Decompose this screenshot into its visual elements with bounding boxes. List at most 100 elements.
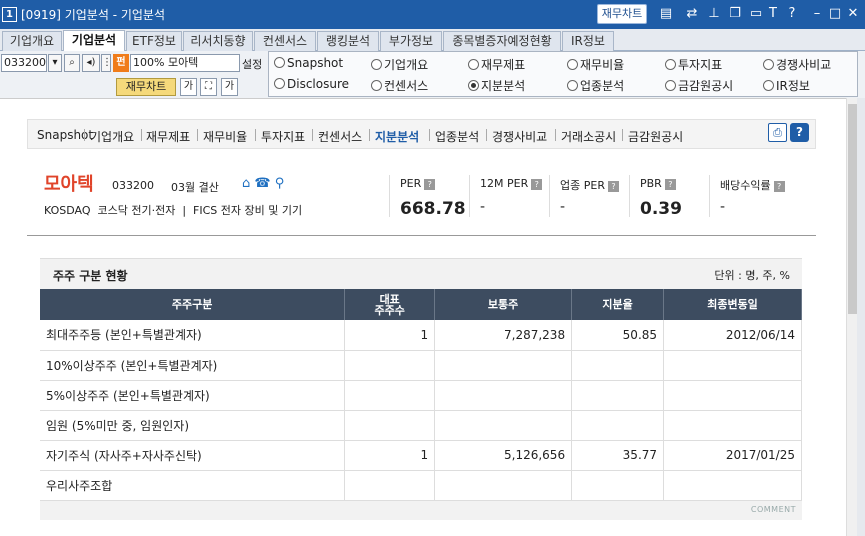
subnav-industry-analysis[interactable]: 업종분석 [435, 128, 479, 145]
link-icon[interactable]: ⇄ [684, 6, 700, 22]
scroll-arrow-icon[interactable]: ⋮ [101, 54, 112, 72]
cell-common-stock [434, 410, 573, 441]
radio-financial-ratios[interactable]: 재무비율 [567, 56, 624, 73]
speaker-icon[interactable]: ◂) [82, 54, 100, 72]
info-icon[interactable]: ? [531, 179, 543, 190]
tab-consensus[interactable]: 컨센서스 [254, 31, 316, 51]
restore-icon[interactable]: ▭ [748, 6, 764, 22]
maximize-icon[interactable]: □ [827, 6, 843, 22]
subnav-separator [255, 129, 256, 141]
metric-industry-per-value: - [560, 199, 566, 215]
vertical-scrollbar[interactable] [846, 98, 857, 536]
radio-disclosure[interactable]: Disclosure [274, 77, 349, 91]
subnav-competitor-comparison[interactable]: 경쟁사비교 [492, 128, 547, 145]
help-circle-icon[interactable]: ? [790, 123, 809, 142]
metric-per-label: PER? [400, 177, 436, 190]
location-pin-icon[interactable]: ⚲ [275, 176, 285, 191]
table-row: 자기주식 (자사주+자사주신탁) 1 5,126,656 35.77 2017/… [40, 440, 802, 471]
tab-company-overview[interactable]: 기업개요 [2, 31, 62, 51]
subnav-financial-statements[interactable]: 재무제표 [146, 128, 190, 145]
window-title: [0919] 기업분석 - 기업분석 [21, 8, 165, 22]
print-icon[interactable]: ⎙ [768, 123, 787, 142]
font-size-icon[interactable]: T [765, 6, 781, 22]
info-icon[interactable]: ? [664, 179, 676, 190]
info-icon[interactable]: ? [773, 181, 785, 192]
radio-competitor-comparison[interactable]: 경쟁사비교 [763, 56, 831, 73]
subnav-fss-disclosure[interactable]: 금감원공시 [628, 128, 683, 145]
tab-company-analysis[interactable]: 기업분석 [63, 30, 125, 52]
tab-research-trends[interactable]: 리서치동향 [183, 31, 253, 51]
subnav-company-overview[interactable]: 기업개요 [90, 128, 134, 145]
help-icon[interactable]: ? [784, 6, 800, 22]
capture-icon[interactable]: ⛶ [200, 78, 217, 96]
scrollbar-thumb[interactable] [848, 104, 857, 314]
metric-dividend-yield-label: 배당수익률? [720, 177, 785, 193]
metric-dividend-yield-value: - [720, 199, 726, 215]
subnav-separator [312, 129, 313, 141]
comment-toggle[interactable]: COMMENT [751, 505, 796, 514]
radio-snapshot[interactable]: Snapshot [274, 56, 343, 70]
pin-icon[interactable]: ⊥ [706, 6, 722, 22]
table-row: 5%이상주주 (본인+특별관계자) [40, 380, 802, 411]
shareholder-table: 주주구분 대표 주주수 보통주 지분율 최종변동일 최대주주등 (본인+특별관계… [40, 289, 802, 501]
tab-etf-info[interactable]: ETF정보 [126, 31, 182, 51]
radio-ir-info[interactable]: IR정보 [763, 77, 810, 94]
font-smaller-button[interactable]: 가 [180, 78, 197, 96]
minimize-icon[interactable]: – [809, 6, 825, 22]
subnav-separator [555, 129, 556, 141]
cell-common-stock [434, 380, 573, 411]
stock-code-input[interactable]: 033200 [1, 54, 47, 72]
metric-pbr-value: 0.39 [640, 199, 682, 219]
subnav-consensus[interactable]: 컨센서스 [318, 128, 362, 145]
subnav-investment-indicators[interactable]: 투자지표 [261, 128, 305, 145]
tab-ranking-analysis[interactable]: 랭킹분석 [317, 31, 379, 51]
col-header-common-stock: 보통주 [434, 289, 573, 320]
radio-dot-icon [763, 59, 774, 70]
cell-common-stock [434, 350, 573, 381]
chart-icon[interactable]: ▤ [658, 6, 674, 22]
radio-investment-indicators[interactable]: 투자지표 [665, 56, 722, 73]
subnav-equity-analysis[interactable]: 지분분석 [375, 128, 419, 145]
radio-financial-statements[interactable]: 재무제표 [468, 56, 525, 73]
metric-divider [709, 175, 710, 217]
cell-last-change-date [663, 470, 802, 501]
cell-last-change-date [663, 350, 802, 381]
window-copy-icon[interactable]: ❐ [727, 6, 743, 22]
home-icon[interactable]: ⌂ [242, 176, 250, 191]
info-icon[interactable]: ? [607, 181, 619, 192]
comment-bar[interactable]: COMMENT [40, 500, 802, 520]
info-icon[interactable]: ? [424, 179, 436, 190]
cell-last-change-date [663, 410, 802, 441]
close-icon[interactable]: ✕ [845, 6, 861, 22]
search-icon[interactable]: ⌕ [64, 54, 80, 72]
metric-12m-per-label: 12M PER? [480, 177, 543, 190]
phone-icon[interactable]: ☎ [254, 176, 270, 191]
stock-name-field[interactable]: 100% 모아텍 [130, 54, 240, 72]
financial-chart-button[interactable]: 재무차트 [116, 78, 176, 96]
subnav-separator [197, 129, 198, 141]
cell-shareholder-type: 자기주식 (자사주+자사주신탁) [40, 440, 346, 471]
table-header-row: 주주구분 대표 주주수 보통주 지분율 최종변동일 [40, 289, 802, 320]
cell-representative-count [344, 380, 436, 411]
font-larger-button[interactable]: 가 [221, 78, 238, 96]
window-number: 1 [2, 7, 17, 22]
section-unit: 단위 : 명, 주, % [714, 269, 790, 282]
tab-additional-info[interactable]: 부가정보 [380, 31, 442, 51]
radio-company-overview[interactable]: 기업개요 [371, 56, 428, 73]
radio-fss-disclosure[interactable]: 금감원공시 [665, 77, 733, 94]
subnav-financial-ratios[interactable]: 재무비율 [203, 128, 247, 145]
tab-capital-increase-schedule[interactable]: 종목별증자예정현황 [443, 31, 561, 51]
financial-chart-top-button[interactable]: 재무차트 [597, 4, 647, 24]
dropdown-arrow-icon[interactable]: ▾ [48, 54, 62, 72]
settings-label[interactable]: 설정 [242, 56, 262, 72]
radio-equity-analysis[interactable]: 지분분석 [468, 77, 525, 94]
company-code: 033200 [112, 179, 154, 192]
cell-ownership-ratio [571, 380, 665, 411]
radio-consensus[interactable]: 컨센서스 [371, 77, 428, 94]
radio-dot-icon [665, 80, 676, 91]
cell-representative-count: 1 [344, 440, 436, 471]
subnav-separator [84, 129, 85, 141]
subnav-exchange-disclosure[interactable]: 거래소공시 [561, 128, 616, 145]
tab-ir-info[interactable]: IR정보 [562, 31, 614, 51]
radio-industry-analysis[interactable]: 업종분석 [567, 77, 624, 94]
